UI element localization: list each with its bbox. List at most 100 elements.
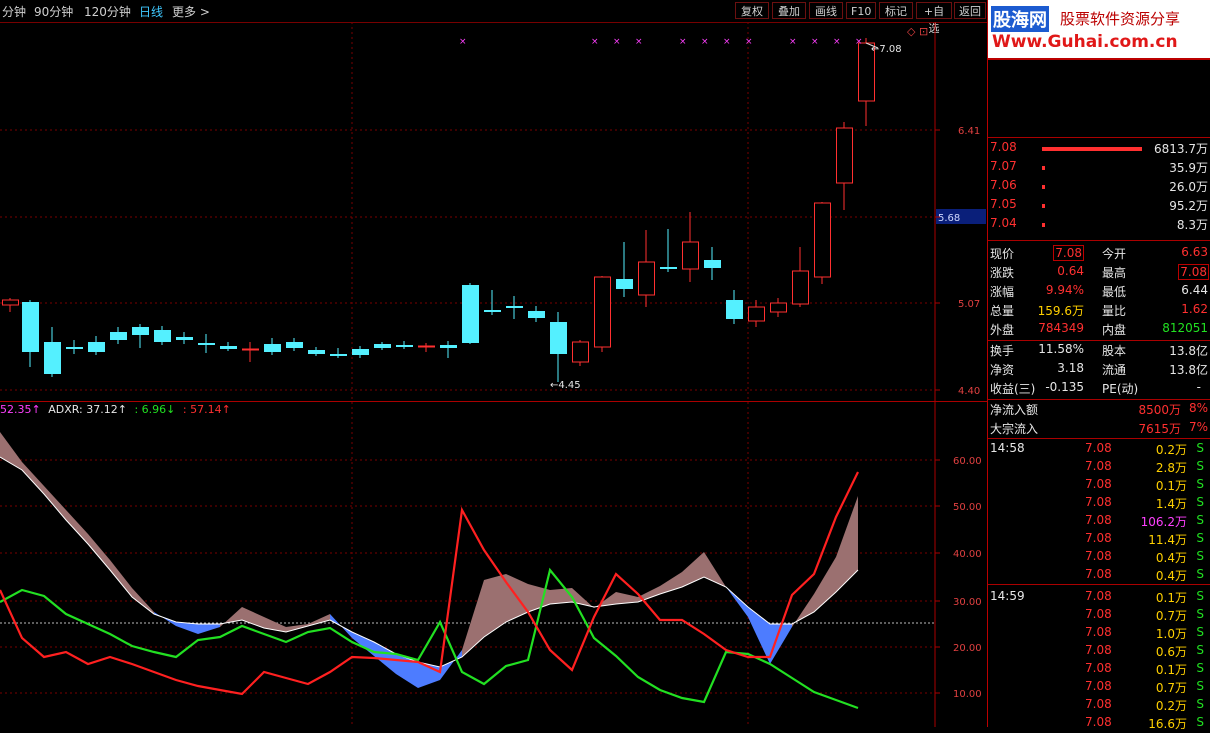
- order-book-row[interactable]: 7.07 35.9万: [988, 159, 1210, 177]
- period-tab-daily[interactable]: 日线: [139, 3, 163, 20]
- f10-button[interactable]: F10: [846, 2, 876, 19]
- mark-button[interactable]: 标记: [879, 2, 913, 19]
- candle: [330, 348, 347, 358]
- tick-volume: 0.2万: [1155, 443, 1187, 457]
- order-volume-bar: [1042, 147, 1142, 151]
- open-label: 今开: [1102, 247, 1127, 261]
- current-price-label: 现价: [990, 247, 1015, 261]
- tick-row: 7.08 0.4万 S: [988, 549, 1210, 567]
- period-tab-more[interactable]: 更多 >: [172, 3, 210, 20]
- order-book-row[interactable]: 7.06 26.0万: [988, 178, 1210, 196]
- fuquan-button[interactable]: 复权: [735, 2, 769, 19]
- tick-row: 7.08 0.7万 S: [988, 607, 1210, 625]
- period-tab-minute[interactable]: 分钟: [2, 3, 26, 20]
- tick-price: 7.08: [1085, 661, 1112, 675]
- net-inflow-value: 8500万: [1138, 403, 1181, 417]
- dmi-indicator-chart[interactable]: 60.00 50.00 40.00 30.00 20.00 10.00: [0, 402, 987, 727]
- candle: [374, 342, 391, 350]
- total-shares-value: 13.8亿: [1169, 344, 1208, 358]
- low-label: 最低: [1102, 285, 1127, 299]
- change-value: 0.64: [1057, 264, 1084, 278]
- tick-side: S: [1196, 567, 1204, 581]
- order-volume-bar: [1042, 185, 1045, 189]
- block-inflow-row: 大宗流入 7615万 7%: [988, 420, 1210, 438]
- tick-volume: 1.4万: [1155, 497, 1187, 511]
- volume-ratio-value: 1.62: [1181, 302, 1208, 316]
- order-book-row[interactable]: 7.04 8.3万: [988, 216, 1210, 234]
- change-pct-label: 涨幅: [990, 285, 1015, 299]
- tick-price: 7.08: [1085, 589, 1112, 603]
- candle: [198, 334, 215, 353]
- candle: [220, 342, 237, 351]
- candle: [66, 340, 83, 354]
- eps-label: 收益(三): [990, 382, 1036, 396]
- adx-band-segment: [242, 607, 264, 628]
- tick-side: S: [1196, 643, 1204, 657]
- low-value: 6.44: [1181, 283, 1208, 297]
- tick-volume: 0.4万: [1155, 569, 1187, 583]
- candlestick-chart[interactable]: × × × × × × × × × × × × 6.41 5.68 5.07 4.40 ←7.08 ←4.45: [0, 22, 987, 402]
- period-tab-120min[interactable]: 120分钟: [84, 3, 131, 20]
- float-shares-value: 13.8亿: [1169, 363, 1208, 377]
- candle: [176, 332, 193, 344]
- draw-line-button[interactable]: 画线: [809, 2, 843, 19]
- inner-volume-label: 内盘: [1102, 323, 1127, 337]
- back-button[interactable]: 返回: [954, 2, 986, 19]
- tick-side: S: [1196, 679, 1204, 693]
- open-value: 6.63: [1181, 245, 1208, 259]
- candle: [2, 298, 19, 312]
- candle: [264, 338, 281, 355]
- outer-volume-value: 784349: [1038, 321, 1084, 335]
- adxr-value: ADXR: 37.12↑: [48, 403, 127, 416]
- tick-volume: 0.1万: [1155, 591, 1187, 605]
- inner-volume-value: 812051: [1162, 321, 1208, 335]
- tick-side: S: [1196, 625, 1204, 639]
- period-tab-90min[interactable]: 90分钟: [34, 3, 73, 20]
- tick-side: S: [1196, 661, 1204, 675]
- candle: [132, 324, 149, 348]
- adx-band-segment: [308, 614, 330, 626]
- candle: [814, 202, 831, 284]
- tick-price: 7.08: [1085, 459, 1112, 473]
- total-shares-label: 股本: [1102, 344, 1127, 358]
- adx-line: [0, 456, 859, 668]
- order-book-row[interactable]: 7.08 6813.7万: [988, 140, 1210, 158]
- candle: [770, 298, 787, 317]
- tick-volume: 2.8万: [1155, 461, 1187, 475]
- indicator-axis-label: 60.00: [953, 456, 982, 467]
- net-assets-label: 净资: [990, 363, 1015, 377]
- chart-toolbar: 分钟 90分钟 120分钟 日线 更多 > 复权 叠加 画线 F10 标记 +自…: [0, 0, 988, 35]
- indicator-axis-label: 20.00: [953, 643, 982, 654]
- turnover-label: 换手: [990, 344, 1015, 358]
- tick-price: 7.08: [1085, 643, 1112, 657]
- candle: [308, 347, 325, 356]
- tick-side: S: [1196, 607, 1204, 621]
- volume-ratio-label: 量比: [1102, 304, 1127, 318]
- candle: [528, 306, 545, 322]
- overlay-button[interactable]: 叠加: [772, 2, 806, 19]
- tick-volume: 0.1万: [1155, 479, 1187, 493]
- tick-side: S: [1196, 589, 1204, 603]
- tick-side: S: [1196, 531, 1204, 545]
- indicator-grid: [0, 402, 936, 727]
- candle: [550, 312, 567, 382]
- adx-band-segment: [220, 607, 242, 627]
- tick-side: S: [1196, 549, 1204, 563]
- order-book-row[interactable]: 7.05 95.2万: [988, 197, 1210, 215]
- price-axis-label-highlight: 5.68: [938, 213, 960, 224]
- brand-slogan: 股票软件资源分享: [1060, 10, 1181, 28]
- pe-label: PE(动): [1102, 382, 1139, 396]
- tick-price: 7.08: [1085, 679, 1112, 693]
- pe-value: -: [1196, 380, 1201, 394]
- tick-side: S: [1196, 459, 1204, 473]
- volume-value: 159.6万: [1037, 304, 1084, 318]
- order-volume-bar: [1042, 204, 1045, 208]
- add-watchlist-button[interactable]: +自选: [916, 2, 952, 35]
- tick-row: 7.08 0.1万 S: [988, 477, 1210, 495]
- tick-row: 7.08 0.2万 S: [988, 697, 1210, 715]
- tick-row: 7.08 1.0万 S: [988, 625, 1210, 643]
- tick-volume: 0.2万: [1155, 699, 1187, 713]
- indicator-value-1: 52.35↑: [0, 403, 41, 416]
- tick-side: S: [1196, 495, 1204, 509]
- candle: [462, 283, 479, 344]
